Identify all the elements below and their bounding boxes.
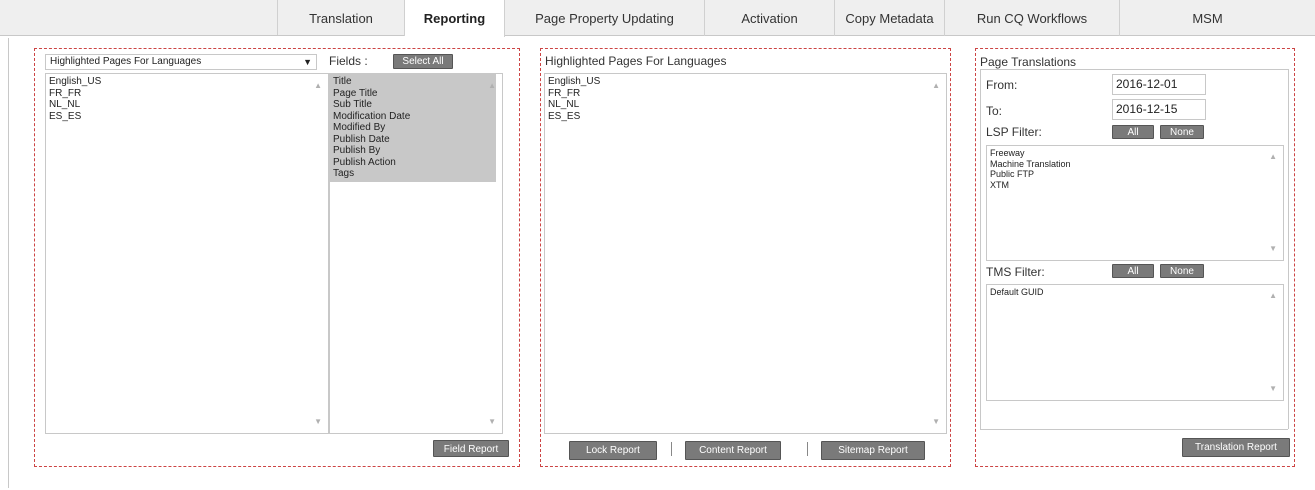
tms-all-button[interactable]: All [1112,264,1154,278]
tms-none-button[interactable]: None [1160,264,1204,278]
highlighted-pages-title: Highlighted Pages For Languages [545,54,727,68]
scroll-up-icon[interactable]: ▲ [1269,291,1277,302]
tab-page-property-updating[interactable]: Page Property Updating [505,0,705,36]
list-item[interactable]: Sub Title [333,99,493,111]
scroll-up-icon[interactable]: ▲ [932,80,940,92]
list-item[interactable]: Publish Date [333,134,493,146]
scroll-down-icon[interactable]: ▼ [314,416,322,428]
fields-panel: Highlighted Pages For Languages ▼ Fields… [34,48,520,467]
lock-report-button[interactable]: Lock Report [569,441,657,460]
tab-bar: Translation Reporting Page Property Upda… [0,0,1315,37]
scroll-down-icon[interactable]: ▼ [488,416,496,428]
chevron-down-icon: ▼ [303,57,312,67]
language-dropdown[interactable]: Highlighted Pages For Languages ▼ [45,54,317,70]
list-item[interactable]: ES_ES [49,111,325,123]
scroll-down-icon[interactable]: ▼ [1269,244,1277,255]
translation-report-button[interactable]: Translation Report [1182,438,1290,457]
languages-panel: Highlighted Pages For Languages English_… [540,48,951,467]
sitemap-report-button[interactable]: Sitemap Report [821,441,925,460]
list-item[interactable]: English_US [49,76,325,88]
panel-border-right [1288,69,1289,429]
list-item[interactable]: Machine Translation [990,159,1280,170]
field-report-button[interactable]: Field Report [433,440,509,457]
tab-activation[interactable]: Activation [705,0,835,36]
select-all-button[interactable]: Select All [393,54,453,69]
list-item[interactable]: NL_NL [548,99,943,111]
to-label: To: [986,104,1003,118]
list-item[interactable]: Title [333,76,493,88]
tab-run-cq-workflows[interactable]: Run CQ Workflows [945,0,1120,36]
from-label: From: [986,78,1018,92]
list-item[interactable]: Public FTP [990,169,1280,180]
tab-reporting[interactable]: Reporting [405,0,505,37]
list-item[interactable]: Modification Date [333,111,493,123]
page-translations-panel: Page Translations From: 2016-12-01 To: 2… [975,48,1295,467]
language-list[interactable]: English_US FR_FR NL_NL ES_ES ▲ ▼ [544,73,947,434]
list-item[interactable]: ES_ES [548,111,943,123]
list-item[interactable]: FR_FR [49,88,325,100]
scroll-up-icon[interactable]: ▲ [1269,152,1277,163]
list-item[interactable]: Tags [333,168,493,180]
list-item[interactable]: Modified By [333,122,493,134]
list-item[interactable]: Publish Action [333,157,493,169]
content-report-button[interactable]: Content Report [685,441,781,460]
language-dropdown-value: Highlighted Pages For Languages [50,56,202,67]
list-item[interactable]: Page Title [333,88,493,100]
scroll-up-icon[interactable]: ▲ [488,80,496,92]
lsp-all-button[interactable]: All [1112,125,1154,139]
tab-copy-metadata[interactable]: Copy Metadata [835,0,945,36]
lsp-list[interactable]: Freeway Machine Translation Public FTP X… [986,145,1284,261]
list-item[interactable]: Freeway [990,148,1280,159]
scroll-down-icon[interactable]: ▼ [1269,384,1277,395]
tms-filter-label: TMS Filter: [986,265,1045,279]
panel-border-left [980,69,981,429]
tab-msm[interactable]: MSM [1120,0,1295,36]
language-list[interactable]: English_US FR_FR NL_NL ES_ES ▲ ▼ [45,73,329,434]
fields-label: Fields : [329,54,368,68]
scroll-up-icon[interactable]: ▲ [314,80,322,92]
from-date-field[interactable]: 2016-12-01 [1112,74,1206,95]
to-date-field[interactable]: 2016-12-15 [1112,99,1206,120]
tms-list[interactable]: Default GUID ▲ ▼ [986,284,1284,401]
panel-border-bottom [980,429,1288,430]
tab-translation[interactable]: Translation [278,0,405,36]
panel-border-top [980,69,1288,70]
list-item[interactable]: NL_NL [49,99,325,111]
list-item[interactable]: English_US [548,76,943,88]
selected-fields: Title Page Title Sub Title Modification … [330,74,496,182]
scroll-down-icon[interactable]: ▼ [932,416,940,428]
list-item[interactable]: Publish By [333,145,493,157]
page-translations-title: Page Translations [980,55,1077,69]
separator [671,442,672,456]
lsp-filter-label: LSP Filter: [986,125,1042,139]
list-item[interactable]: XTM [990,180,1280,191]
list-item[interactable]: Default GUID [990,287,1280,298]
tab-bar-spacer [0,0,278,35]
lsp-none-button[interactable]: None [1160,125,1204,139]
list-item[interactable]: FR_FR [548,88,943,100]
separator [807,442,808,456]
fields-list[interactable]: Title Page Title Sub Title Modification … [329,73,503,434]
